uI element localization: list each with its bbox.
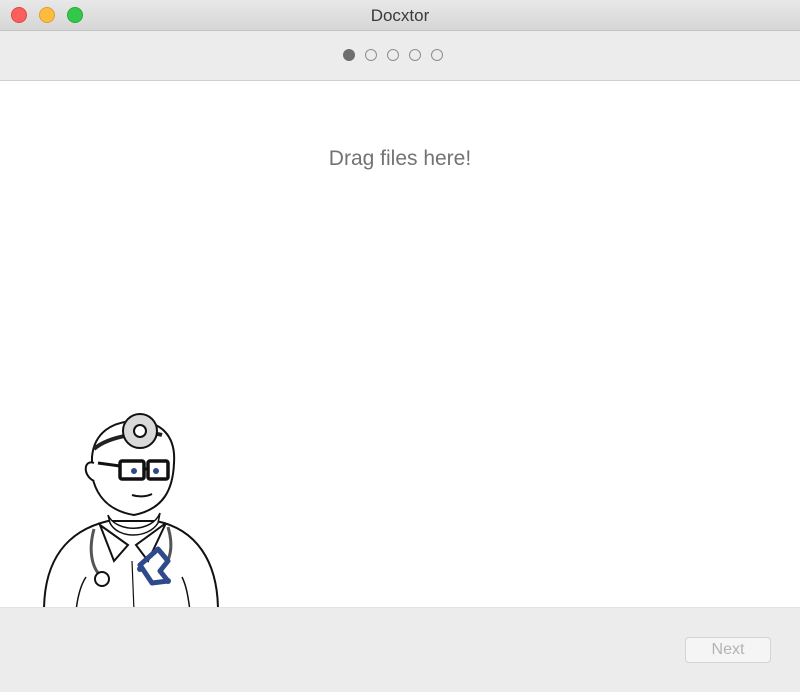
app-window: Docxtor Drag files here! Next	[0, 0, 800, 692]
step-dot-4	[409, 49, 421, 61]
window-title: Docxtor	[370, 6, 430, 25]
step-dot-5	[431, 49, 443, 61]
step-dot-3	[387, 49, 399, 61]
drop-prompt: Drag files here!	[328, 147, 472, 170]
doctor-mascot-icon	[43, 413, 219, 607]
title-bar[interactable]: Docxtor	[0, 0, 800, 31]
step-dot-1	[343, 49, 355, 61]
step-indicator-bar	[0, 31, 800, 81]
next-button[interactable]: Next	[685, 637, 771, 663]
drop-zone[interactable]: Drag files here!	[0, 81, 800, 607]
step-dot-2	[365, 49, 377, 61]
step-dots	[343, 49, 443, 61]
footer-bar: Next	[0, 607, 800, 692]
